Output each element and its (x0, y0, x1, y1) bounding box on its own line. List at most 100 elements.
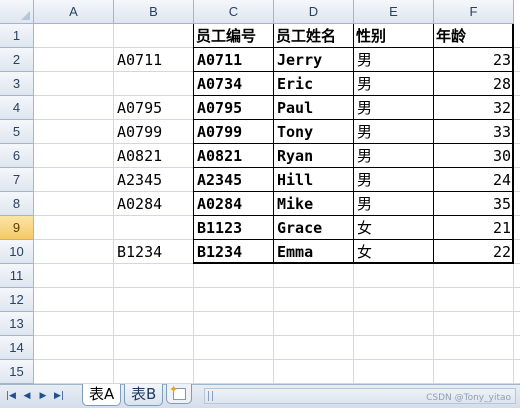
table-cell[interactable]: Jerry (274, 48, 354, 72)
cell-b7[interactable]: A2345 (114, 168, 194, 192)
cell-b2[interactable]: A0711 (114, 48, 194, 72)
horizontal-scrollbar[interactable]: CSDN @Tony_yitao (204, 388, 516, 404)
row-header-3[interactable]: 3 (0, 72, 34, 96)
table-cell[interactable]: Mike (274, 192, 354, 216)
cell-b6[interactable]: A0821 (114, 144, 194, 168)
table-border-horizontal (193, 167, 514, 168)
row-header-14[interactable]: 14 (0, 336, 34, 360)
table-cell[interactable]: 男 (354, 168, 434, 192)
table-cell[interactable]: 女 (354, 216, 434, 240)
cell-b5[interactable]: A0799 (114, 120, 194, 144)
row-header-13[interactable]: 13 (0, 312, 34, 336)
row-header-8[interactable]: 8 (0, 192, 34, 216)
table-cell[interactable]: Hill (274, 168, 354, 192)
cell-b8[interactable]: A0284 (114, 192, 194, 216)
gridline-horizontal (34, 335, 520, 336)
cell-b10[interactable]: B1234 (114, 240, 194, 264)
table-header-cell[interactable]: 员工姓名 (274, 24, 354, 48)
table-border-horizontal (193, 143, 514, 144)
table-header-cell[interactable]: 性别 (354, 24, 434, 48)
table-border-horizontal (193, 47, 514, 48)
column-header-c[interactable]: C (194, 0, 274, 24)
table-cell[interactable]: Grace (274, 216, 354, 240)
table-cell[interactable]: 23 (434, 48, 514, 72)
table-cell[interactable]: A0734 (194, 72, 274, 96)
table-cell[interactable]: 男 (354, 96, 434, 120)
table-cell[interactable]: Emma (274, 240, 354, 264)
table-cell[interactable]: 男 (354, 72, 434, 96)
table-cell[interactable]: 35 (434, 192, 514, 216)
table-cell[interactable]: 男 (354, 48, 434, 72)
last-sheet-icon[interactable]: ▶| (52, 389, 66, 403)
table-cell[interactable]: A2345 (194, 168, 274, 192)
table-cell[interactable]: 男 (354, 144, 434, 168)
row-header-10[interactable]: 10 (0, 240, 34, 264)
table-cell[interactable]: A0795 (194, 96, 274, 120)
table-border-horizontal (193, 191, 514, 192)
table-border-vertical (193, 24, 194, 264)
first-sheet-icon[interactable]: |◀ (4, 389, 18, 403)
row-header-7[interactable]: 7 (0, 168, 34, 192)
table-cell[interactable]: 32 (434, 96, 514, 120)
tab-split-handle[interactable] (208, 391, 213, 401)
watermark: CSDN @Tony_yitao (426, 393, 511, 403)
row-header-4[interactable]: 4 (0, 96, 34, 120)
sheet-tab-bar: |◀◀▶▶| 表A表B CSDN @Tony_yitao (0, 383, 520, 408)
row-header-15[interactable]: 15 (0, 360, 34, 384)
table-border-vertical (273, 24, 274, 264)
sheet-tab[interactable]: 表A (82, 384, 122, 406)
row-header-12[interactable]: 12 (0, 288, 34, 312)
sheet-tab[interactable]: 表B (124, 384, 164, 406)
gridline-horizontal (34, 287, 520, 288)
table-border-horizontal (193, 71, 514, 72)
table-cell[interactable]: A0799 (194, 120, 274, 144)
row-header-2[interactable]: 2 (0, 48, 34, 72)
table-border-horizontal (193, 215, 514, 216)
column-header-e[interactable]: E (354, 0, 434, 24)
table-cell[interactable]: Ryan (274, 144, 354, 168)
gridline-horizontal (34, 359, 520, 360)
table-cell[interactable]: Paul (274, 96, 354, 120)
prev-sheet-icon[interactable]: ◀ (20, 389, 34, 403)
table-border-horizontal (193, 95, 514, 96)
table-cell[interactable]: 24 (434, 168, 514, 192)
table-border-horizontal (193, 119, 514, 120)
table-cell[interactable]: 21 (434, 216, 514, 240)
table-cell[interactable]: 男 (354, 192, 434, 216)
row-header-6[interactable]: 6 (0, 144, 34, 168)
table-cell[interactable]: A0284 (194, 192, 274, 216)
column-header-b[interactable]: B (114, 0, 194, 24)
table-border-horizontal (193, 239, 514, 240)
table-border-bottom (193, 262, 514, 264)
table-cell[interactable]: B1234 (194, 240, 274, 264)
table-cell[interactable]: A0711 (194, 48, 274, 72)
table-header-cell[interactable]: 年龄 (434, 24, 514, 48)
table-cell[interactable]: B1123 (194, 216, 274, 240)
table-border-right (512, 24, 514, 264)
table-border-vertical (433, 24, 434, 264)
table-cell[interactable]: 30 (434, 144, 514, 168)
column-header-a[interactable]: A (34, 0, 114, 24)
cell-b4[interactable]: A0795 (114, 96, 194, 120)
select-all-corner[interactable] (0, 0, 34, 24)
table-cell[interactable]: Tony (274, 120, 354, 144)
table-cell[interactable]: 33 (434, 120, 514, 144)
table-cell[interactable]: 女 (354, 240, 434, 264)
table-cell[interactable]: 22 (434, 240, 514, 264)
column-header-d[interactable]: D (274, 0, 354, 24)
row-header-5[interactable]: 5 (0, 120, 34, 144)
next-sheet-icon[interactable]: ▶ (36, 389, 50, 403)
row-header-11[interactable]: 11 (0, 264, 34, 288)
table-cell[interactable]: Eric (274, 72, 354, 96)
spreadsheet-grid[interactable]: ABCDEF 1 2 3 4 5 6 7 8 9 10 11 12 13 14 15 A0711 A0795 A… (0, 0, 520, 384)
table-border-vertical (353, 24, 354, 264)
table-cell[interactable]: A0821 (194, 144, 274, 168)
insert-sheet-button[interactable] (166, 383, 192, 404)
row-header-1[interactable]: 1 (0, 24, 34, 48)
table-cell[interactable]: 28 (434, 72, 514, 96)
gridline-horizontal (34, 311, 520, 312)
table-header-cell[interactable]: 员工编号 (194, 24, 274, 48)
column-header-f[interactable]: F (434, 0, 514, 24)
table-cell[interactable]: 男 (354, 120, 434, 144)
row-header-9[interactable]: 9 (0, 216, 34, 240)
